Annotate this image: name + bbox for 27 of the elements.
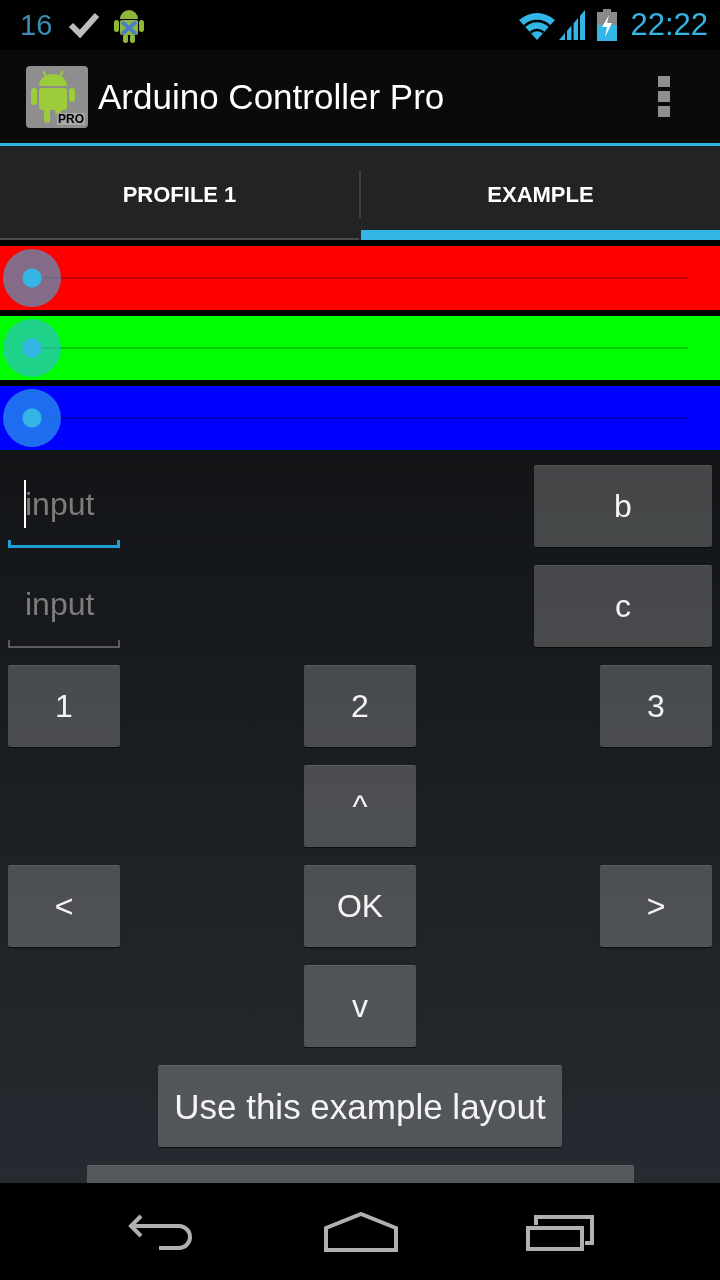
pad-button[interactable]: < (8, 865, 120, 947)
pad-button[interactable]: 2 (304, 665, 416, 747)
pad-button[interactable]: v (304, 965, 416, 1047)
pad-button[interactable]: ^ (304, 765, 416, 847)
home-icon[interactable] (323, 1211, 398, 1252)
pro-label: PRO (57, 112, 85, 125)
back-icon[interactable] (127, 1212, 195, 1251)
letter-button[interactable]: c (534, 565, 712, 647)
signal-icon (559, 10, 586, 40)
letter-button[interactable]: b (534, 465, 712, 547)
pad-button[interactable]: > (600, 865, 712, 947)
pad-button[interactable]: 3 (600, 665, 712, 747)
slider-thumb[interactable] (3, 249, 61, 307)
notification-number: 16 (20, 8, 53, 42)
use-layout-button[interactable]: Use this example layout (158, 1065, 562, 1147)
overflow-menu-icon[interactable] (658, 75, 670, 118)
slider-thumb[interactable] (3, 319, 61, 377)
pad-button[interactable]: 1 (8, 665, 120, 747)
battery-charging-icon (597, 9, 618, 41)
pad-button[interactable]: OK (304, 865, 416, 947)
recent-apps-icon[interactable] (526, 1212, 596, 1251)
wifi-icon (518, 10, 557, 40)
app-title: Arduino Controller Pro (98, 76, 446, 117)
slider-thumb[interactable] (3, 389, 61, 447)
clock-time: 22:22 (630, 7, 708, 43)
app-icon[interactable]: PRO (26, 65, 88, 128)
check-icon (68, 12, 101, 38)
